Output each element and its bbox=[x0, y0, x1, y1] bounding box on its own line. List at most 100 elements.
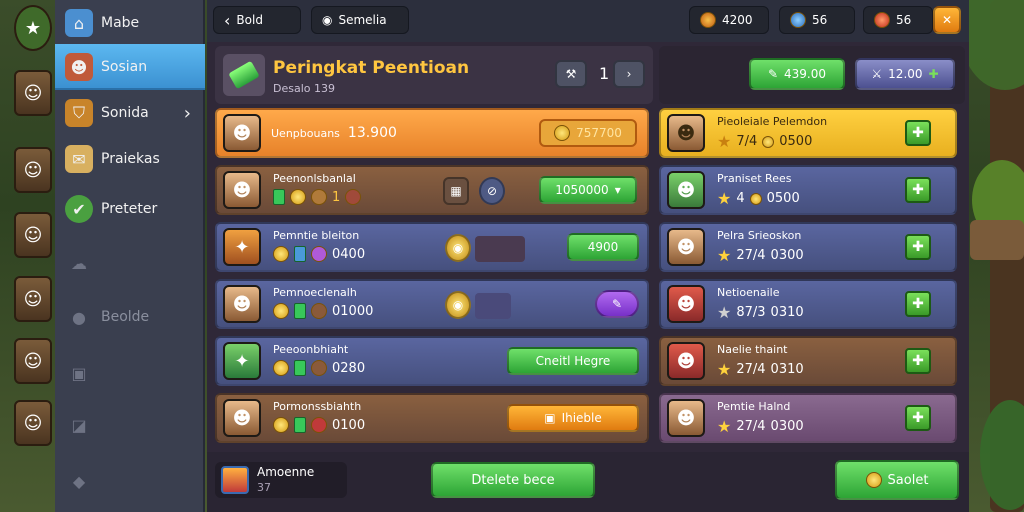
avatar: ☻ bbox=[223, 114, 261, 152]
hero-avatar[interactable]: ☺ bbox=[14, 338, 52, 384]
box-icon: ▣ bbox=[71, 363, 87, 383]
gem-icon bbox=[874, 12, 890, 28]
claim-button[interactable]: Cneitl Hegre bbox=[507, 347, 639, 375]
back-button[interactable]: ‹ Bold bbox=[213, 6, 301, 34]
list-item[interactable]: ✦ Pemntie bleiton 0400 ◉ 4900 bbox=[215, 222, 649, 272]
claim-button[interactable]: 1050000 ▾ bbox=[539, 176, 637, 204]
list-item[interactable]: ☻ Uenpbouans 13.900 757700 bbox=[215, 108, 649, 158]
rank-row[interactable]: ☻ Netioenaile ★ 87/3 0310 ✚ bbox=[659, 279, 957, 329]
sidebar-item-character[interactable]: ☻ Sosian bbox=[55, 44, 205, 90]
puzzle-icon: ✚ bbox=[928, 67, 939, 81]
wrench-button[interactable]: ⚒ bbox=[555, 60, 587, 88]
sword-icon: ⚔ bbox=[871, 67, 883, 81]
compass-icon[interactable]: ⊘ bbox=[479, 177, 505, 205]
upgrade-button[interactable]: ✚ bbox=[905, 348, 931, 374]
avatar: ☻ bbox=[667, 171, 705, 209]
coin-icon: ◉ bbox=[445, 234, 471, 262]
resource-gold: 4200 bbox=[689, 6, 769, 34]
claim-button[interactable]: 757700 bbox=[539, 119, 637, 147]
box-icon: ▣ bbox=[544, 411, 556, 425]
hero-strip: ★ ☺ ☺ ☺ ☺ ☺ ☺ bbox=[0, 0, 58, 512]
circle-icon: ◉ bbox=[322, 13, 333, 27]
gold-icon bbox=[700, 12, 716, 28]
coin-icon bbox=[554, 125, 571, 141]
upgrade-button[interactable]: ✚ bbox=[905, 291, 931, 317]
home-icon: ⌂ bbox=[65, 9, 93, 37]
character-icon: ☻ bbox=[65, 53, 93, 81]
claim-button[interactable]: 4900 bbox=[567, 233, 639, 261]
upgrade-button[interactable]: ✚ bbox=[905, 177, 931, 203]
sidebar-item-bag[interactable]: ◪ bbox=[55, 402, 205, 448]
energy-icon bbox=[790, 12, 806, 28]
rank-row[interactable]: ☻ Pieoleiale Pelemdon ★ 7/4 0500 ✚ bbox=[659, 108, 957, 158]
price-button-1[interactable]: ✎ 439.00 bbox=[749, 58, 845, 90]
star-icon: ★ bbox=[717, 132, 732, 151]
star-icon: ★ bbox=[717, 246, 732, 265]
star-badge-icon: ★ bbox=[14, 5, 52, 51]
footer-bar: Amoenne 37 Dtelete bece Saolet bbox=[207, 452, 969, 512]
rank-row[interactable]: ☻ Praniset Rees ★ 4 0500 ✚ bbox=[659, 165, 957, 215]
chevron-right-icon: › bbox=[626, 67, 632, 81]
sidebar-item-shield[interactable]: ⛉ Sonida › bbox=[55, 90, 205, 136]
quill-icon: ✎ bbox=[767, 67, 779, 81]
star-icon: ★ bbox=[717, 360, 732, 379]
sidebar-item-scroll[interactable]: ✉ Praiekas bbox=[55, 136, 205, 182]
select-button[interactable]: Saolet bbox=[835, 460, 959, 500]
avatar: ☻ bbox=[667, 342, 705, 380]
ranking-panel: Peringkat Peentioan Desalo 139 ⚒ 1 › ✎ 43… bbox=[207, 42, 969, 512]
avatar: ☻ bbox=[667, 285, 705, 323]
rank-row[interactable]: ☻ Pemtie Halnd ★ 27/4 0300 ✚ bbox=[659, 393, 957, 443]
list-item[interactable]: ☻ Peenonlsbanlal 1 ▦ ⊘ 1050000 ▾ bbox=[215, 165, 649, 215]
close-button[interactable]: ✕ bbox=[933, 6, 961, 34]
sidebar-item-home[interactable]: ⌂ Mabe bbox=[55, 0, 205, 46]
coin-icon: ◉ bbox=[445, 291, 471, 319]
list-item[interactable]: ✦ Peeoonbhiaht 0280 Cneitl Hegre bbox=[215, 336, 649, 386]
hero-avatar[interactable]: ☺ bbox=[14, 70, 52, 116]
wrench-icon: ⚒ bbox=[565, 67, 577, 81]
upgrade-button[interactable]: ✚ bbox=[905, 234, 931, 260]
claim-button[interactable]: ▣ Ihieble bbox=[507, 404, 639, 432]
rank-row[interactable]: ☻ Naelie thaint ★ 27/4 0310 ✚ bbox=[659, 336, 957, 386]
person-icon: ● bbox=[72, 307, 86, 327]
avatar: ☻ bbox=[667, 399, 705, 437]
avatar: ✦ bbox=[223, 342, 261, 380]
hero-avatar[interactable]: ☺ bbox=[14, 276, 52, 322]
delete-button[interactable]: Dtelete bece bbox=[431, 462, 595, 498]
next-button[interactable]: › bbox=[613, 60, 645, 88]
list-item[interactable]: ☻ Pormonssbiahth 0100 ▣ Ihieble bbox=[215, 393, 649, 443]
scroll-icon: ✉ bbox=[65, 145, 93, 173]
star-icon: ★ bbox=[717, 417, 732, 436]
resource-gem: 56 bbox=[863, 6, 933, 34]
avatar: ☻ bbox=[223, 171, 261, 209]
action-button[interactable]: ✎ bbox=[595, 290, 639, 318]
avatar: ☻ bbox=[223, 285, 261, 323]
sidebar-item-protect[interactable]: ✔ Preteter bbox=[55, 186, 205, 232]
sidebar-item-person[interactable]: ● Beolde bbox=[55, 294, 205, 340]
chevron-down-icon: ▾ bbox=[614, 183, 621, 197]
avatar: ☻ bbox=[667, 228, 705, 266]
arrow-left-icon: ‹ bbox=[224, 10, 231, 30]
upgrade-button[interactable]: ✚ bbox=[905, 405, 931, 431]
price-button-2[interactable]: ⚔ 12.00 ✚ bbox=[855, 58, 955, 90]
cube-icon bbox=[221, 466, 249, 494]
chevron-right-icon: › bbox=[183, 102, 191, 124]
panel-header: Peringkat Peentioan Desalo 139 ⚒ 1 › bbox=[215, 46, 653, 104]
sidebar-item-ghost[interactable]: ☁ bbox=[55, 240, 205, 286]
price-header: ✎ 439.00 ⚔ 12.00 ✚ bbox=[659, 46, 965, 104]
close-icon: ✕ bbox=[941, 13, 953, 27]
top-bar: ‹ Bold ◉ Semelia 4200 56 56 ✕ bbox=[207, 0, 969, 42]
hero-avatar[interactable]: ☺ bbox=[14, 147, 52, 193]
sidebar-item-box[interactable]: ▣ bbox=[55, 350, 205, 396]
coin-icon bbox=[865, 472, 882, 488]
upgrade-button[interactable]: ✚ bbox=[905, 120, 931, 146]
hero-avatar[interactable]: ☺ bbox=[14, 400, 52, 446]
list-item[interactable]: ☻ Pemnoeclenalh 01000 ◉ ✎ bbox=[215, 279, 649, 329]
chest-icon[interactable]: ▦ bbox=[443, 177, 469, 205]
profile-chip[interactable]: Amoenne 37 bbox=[215, 462, 347, 498]
page-subtitle: Desalo 139 bbox=[273, 82, 335, 95]
avatar: ☻ bbox=[667, 114, 705, 152]
sidebar-item-pin[interactable]: ◆ bbox=[55, 458, 205, 504]
rank-row[interactable]: ☻ Pelra Srieoskon ★ 27/4 0300 ✚ bbox=[659, 222, 957, 272]
hero-avatar[interactable]: ☺ bbox=[14, 212, 52, 258]
search-pill[interactable]: ◉ Semelia bbox=[311, 6, 409, 34]
